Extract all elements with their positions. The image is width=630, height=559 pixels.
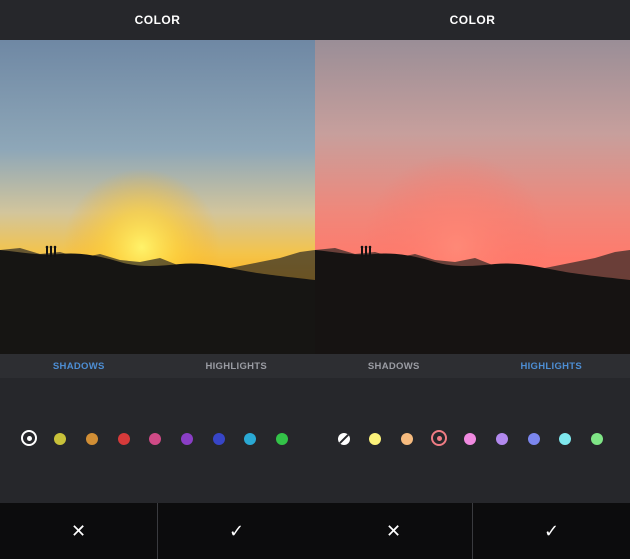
swatch-orange[interactable] [86,433,98,445]
confirm-button[interactable]: ✓ [157,503,315,559]
swatch-light-cyan[interactable] [559,433,571,445]
swatch-blue[interactable] [213,433,225,445]
slash-circle-icon[interactable] [338,433,350,445]
swatch-periwinkle[interactable] [528,433,540,445]
tab-bar: SHADOWS HIGHLIGHTS [0,354,315,378]
photo-preview [315,40,630,354]
confirm-button[interactable]: ✓ [472,503,630,559]
tab-shadows[interactable]: SHADOWS [315,354,473,378]
swatch-red[interactable] [118,433,130,445]
swatch-rose-selected[interactable] [431,430,447,446]
swatch-light-pink[interactable] [464,433,476,445]
tab-highlights[interactable]: HIGHLIGHTS [473,354,630,378]
right-editor-panel: COLOR SHADOWS HIGHLIGHTS ✕ ✓ [315,0,630,559]
app-root: COLOR SHADOWS HIGHLIGHTS ✕ ✓ COLOR SHADO… [0,0,630,559]
sunset-photo [0,40,315,354]
page-title: COLOR [134,13,181,27]
color-swatch-row [315,378,630,503]
swatch-cyan[interactable] [244,433,256,445]
swatch-yellow[interactable] [54,433,66,445]
close-icon: ✕ [385,520,402,541]
header: COLOR [315,0,630,40]
checkmark-icon: ✓ [543,520,560,541]
swatch-green[interactable] [276,433,288,445]
tab-shadows[interactable]: SHADOWS [0,354,158,378]
swatch-none-selected[interactable] [21,430,37,446]
cancel-button[interactable]: ✕ [315,503,472,559]
tab-highlights[interactable]: HIGHLIGHTS [158,354,316,378]
swatch-light-green[interactable] [591,433,603,445]
page-title: COLOR [449,13,496,27]
swatch-light-yellow[interactable] [369,433,381,445]
sunset-photo [315,40,630,354]
photo-preview [0,40,315,354]
cancel-button[interactable]: ✕ [0,503,157,559]
swatch-purple[interactable] [181,433,193,445]
swatch-light-orange[interactable] [401,433,413,445]
checkmark-icon: ✓ [228,520,245,541]
header: COLOR [0,0,315,40]
swatch-pink[interactable] [149,433,161,445]
action-bar: ✕ ✓ [0,503,315,559]
close-icon: ✕ [70,520,87,541]
action-bar: ✕ ✓ [315,503,630,559]
tab-bar: SHADOWS HIGHLIGHTS [315,354,630,378]
color-swatch-row [0,378,315,503]
swatch-lavender[interactable] [496,433,508,445]
left-editor-panel: COLOR SHADOWS HIGHLIGHTS ✕ ✓ [0,0,315,559]
